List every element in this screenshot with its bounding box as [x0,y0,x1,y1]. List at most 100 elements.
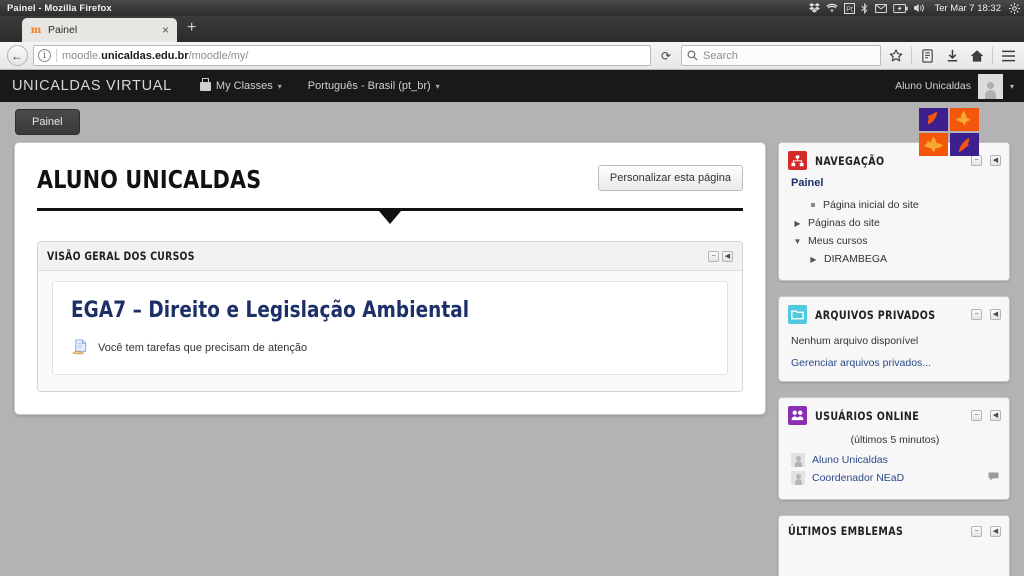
nav-item-paginas-do-site-label: Páginas do site [808,217,880,229]
bluetooth-icon[interactable] [861,2,869,14]
os-title-bar: Painel - Mozilla Firefox Pt Ter Mar 7 18… [0,0,1024,16]
dock-icon-nav[interactable]: ◀ [990,155,1001,166]
block-arquivos-title: ARQUIVOS PRIVADOS [815,307,936,322]
nav-language[interactable]: Português - Brasil (pt_br) ▾ [308,80,440,92]
nav-item-pagina-inicial-label: Página inicial do site [823,199,919,211]
manage-private-files-link[interactable]: Gerenciar arquivos privados... [791,347,999,369]
window-title: Painel - Mozilla Firefox [7,2,112,14]
collapse-icon[interactable]: − [708,250,719,262]
sitemap-icon [788,151,807,170]
block-controls: − ◀ [708,250,733,262]
volume-icon[interactable] [914,3,926,13]
wifi-icon[interactable] [826,3,839,13]
chevron-down-icon-cursos[interactable]: ▼ [793,237,802,246]
nav-item-dirambega-label: DIRAMBEGA [824,253,888,265]
moodle-favicon: m [30,24,42,36]
hamburger-menu-icon[interactable] [998,45,1018,67]
mail-icon[interactable] [875,3,888,13]
site-brand[interactable]: UNICALDAS VIRTUAL [12,78,172,94]
battery-icon[interactable] [893,3,909,13]
dock-icon-usuarios[interactable]: ◀ [990,410,1001,421]
site-logo [919,108,979,156]
collapse-icon-emblemas[interactable]: − [971,525,982,537]
back-button[interactable]: ← [6,45,28,67]
system-tray: Pt Ter Mar 7 18:32 [809,0,1020,16]
message-icon[interactable] [988,472,999,484]
block-emblemas-body [779,545,1009,576]
new-tab-button[interactable]: + [177,20,204,38]
nav-item-paginas-do-site[interactable]: ▶ Páginas do site [791,214,999,232]
site-info-icon[interactable]: i [38,49,51,62]
search-icon [687,50,698,61]
avatar-person-icon-1 [794,456,802,467]
nav-my-classes[interactable]: My Classes ▾ [199,78,282,92]
users-icon [788,406,807,425]
block-arquivos-privados: ARQUIVOS PRIVADOS − ◀ Nenhum arquivo dis… [778,296,1010,382]
block-ultimos-emblemas: ÚLTIMOS EMBLEMAS − ◀ [778,515,1010,576]
block-emblemas-title: ÚLTIMOS EMBLEMAS [788,524,904,538]
online-user-row-2[interactable]: Coordenador NEaD [791,469,999,487]
logo-cell-4 [950,133,979,156]
page-title: ALUNO UNICALDAS [37,165,262,194]
bookmark-star-icon[interactable] [886,45,906,67]
chevron-right-icon-dirambega[interactable]: ▶ [809,255,818,264]
customize-page-button[interactable]: Personalizar esta página [597,165,743,191]
nav-item-painel[interactable]: Painel [791,177,999,189]
chevron-right-icon-paginas[interactable]: ▶ [793,219,802,228]
collapse-icon-arquivos[interactable]: − [971,309,982,320]
user-menu-chevron-down-icon[interactable]: ▾ [1010,82,1014,91]
back-arrow-icon: ← [6,45,28,66]
dock-icon-emblemas[interactable]: ◀ [990,525,1001,537]
breadcrumb-item-painel[interactable]: Painel [15,109,80,135]
online-user-name-2[interactable]: Coordenador NEaD [812,472,981,484]
downloads-icon[interactable] [942,45,962,67]
browser-toolbar: ← i moodle.unicaldas.edu.br/moodle/my/ ⟳… [0,42,1024,70]
nav-item-meus-cursos[interactable]: ▼ Meus cursos [791,232,999,250]
reload-icon[interactable]: ⟳ [656,46,676,66]
search-bar[interactable]: Search [681,45,881,66]
toolbar-divider-2 [992,47,993,64]
tab-title: Painel [48,24,78,36]
avatar[interactable] [977,73,1003,99]
online-user-row[interactable]: Aluno Unicaldas [791,451,999,469]
clock[interactable]: Ter Mar 7 18:32 [932,3,1003,14]
moodle-navbar: UNICALDAS VIRTUAL My Classes ▾ Português… [0,70,1024,102]
collapse-icon-nav[interactable]: − [971,155,982,166]
dropbox-icon[interactable] [809,3,821,13]
nav-language-label: Português - Brasil (pt_br) [307,80,431,92]
course-overview-header: VISÃO GERAL DOS CURSOS − ◀ [38,242,742,271]
browser-tab-strip: m Painel × + [0,16,1024,42]
block-navegacao: NAVEGAÇÃO − ◀ Painel Página inicial do s… [778,142,1010,281]
close-tab-icon[interactable]: × [160,24,171,36]
logo-cell-2 [950,108,979,131]
dock-icon-arquivos[interactable]: ◀ [990,309,1001,320]
dashboard-header: ALUNO UNICALDAS Personalizar esta página [37,165,743,194]
browser-tab[interactable]: m Painel × [22,18,177,42]
reader-library-icon[interactable] [917,45,937,67]
keyboard-layout-icon[interactable]: Pt [844,2,856,14]
online-user-name-1[interactable]: Aluno Unicaldas [812,454,999,466]
course-overview-body: EGA7 – Direito e Legislação Ambiental Vo… [38,271,742,391]
nav-item-dirambega[interactable]: ▶ DIRAMBEGA [791,250,999,268]
user-name-label: Aluno Unicaldas [895,80,971,92]
user-menu[interactable]: Aluno Unicaldas ▾ [895,70,1014,102]
home-icon[interactable] [967,45,987,67]
url-bar[interactable]: i moodle.unicaldas.edu.br/moodle/my/ [33,45,651,66]
settings-gear-icon[interactable] [1009,2,1020,14]
block-navegacao-title: NAVEGAÇÃO [815,153,885,168]
collapse-icon-usuarios[interactable]: − [971,410,982,421]
search-placeholder: Search [703,49,738,62]
page-layout: ALUNO UNICALDAS Personalizar esta página… [0,142,1024,576]
chevron-down-icon: ▾ [277,81,282,91]
avatar-person-icon [984,81,996,99]
bullet-square-icon [811,203,815,207]
block-arquivos-header: ARQUIVOS PRIVADOS − ◀ [779,297,1009,331]
block-usuarios-header: USUÁRIOS ONLINE − ◀ [779,398,1009,432]
course-alert-text: Você tem tarefas que precisam de atenção [98,341,308,354]
svg-text:Pt: Pt [847,6,854,13]
course-link[interactable]: EGA7 – Direito e Legislação Ambiental [71,298,664,323]
dock-icon[interactable]: ◀ [722,250,733,262]
nav-my-classes-label: My Classes [215,80,273,92]
course-alert: Você tem tarefas que precisam de atenção [71,339,709,356]
nav-item-pagina-inicial[interactable]: Página inicial do site [791,196,999,214]
